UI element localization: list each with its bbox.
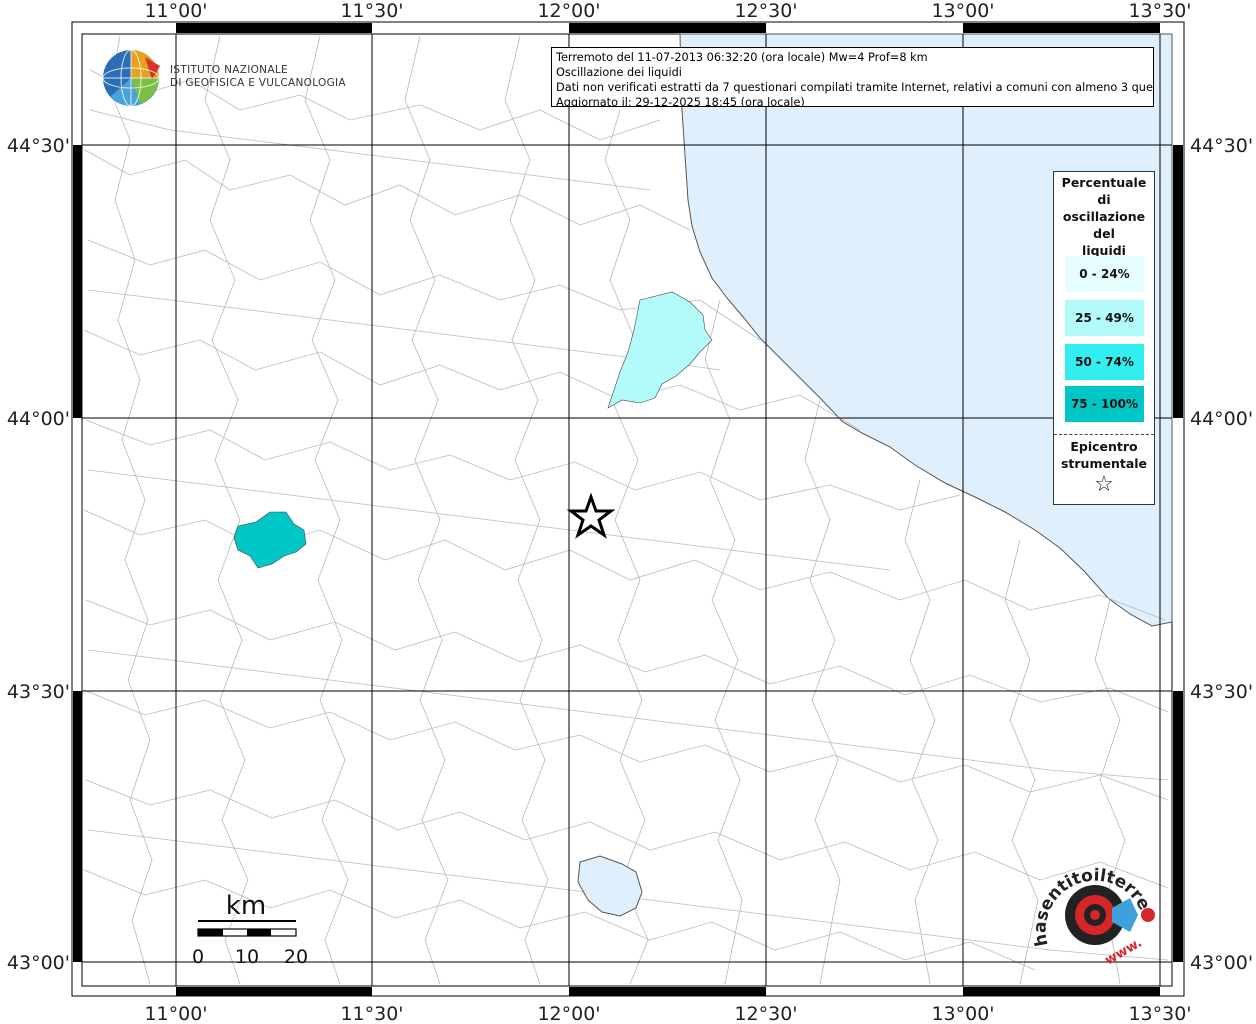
axis-top-label: 13°30' — [1128, 0, 1191, 22]
ingv-line: ISTITUTO NAZIONALE — [170, 64, 288, 76]
axis-top-label: 12°00' — [537, 0, 600, 22]
legend-title-line: oscillazione — [1062, 209, 1146, 224]
ingv-line: DI GEOFISICA E VULCANOLOGIA — [170, 77, 346, 89]
axis-left-label: 44°00' — [7, 408, 70, 430]
axis-right-label: 44°00' — [1190, 408, 1253, 430]
event-note: Dati non verificati estratti da 7 questi… — [556, 81, 1154, 94]
legend-item-label: 75 - 100% — [1070, 397, 1139, 411]
legend-item: 75 - 100% — [1065, 386, 1144, 422]
legend-item-label: 50 - 74% — [1075, 355, 1134, 369]
axis-bottom-label: 13°30' — [1128, 1003, 1191, 1024]
axis-right-label: 44°30' — [1190, 135, 1253, 157]
legend-epicenter-line: strumentale — [1060, 456, 1148, 471]
axis-bottom-label: 12°00' — [537, 1003, 600, 1024]
axis-bottom-label: 12°30' — [734, 1003, 797, 1024]
axis-right-label: 43°30' — [1190, 681, 1253, 703]
axis-left-label: 43°00' — [7, 952, 70, 974]
axis-bottom-label: 13°00' — [931, 1003, 994, 1024]
axis-right-label: 43°00' — [1190, 952, 1253, 974]
legend-box: Percentuale di oscillazione del liquidi … — [1053, 171, 1155, 505]
scale-tick: 10 — [235, 946, 259, 968]
map-canvas: 11°00' 11°30' 12°00' 12°30' 13°00' 13°30… — [0, 0, 1253, 1024]
event-info-box: Terremoto del 11-07-2013 06:32:20 (ora l… — [551, 47, 1154, 107]
axis-top-label: 11°30' — [340, 0, 403, 22]
legend-divider — [1054, 434, 1154, 435]
legend-item-label: 0 - 24% — [1079, 267, 1130, 281]
axis-left-label: 44°30' — [7, 135, 70, 157]
axis-top-label: 12°30' — [734, 0, 797, 22]
legend-title-line: di — [1097, 192, 1111, 207]
event-title: Terremoto del 11-07-2013 06:32:20 (ora l… — [556, 51, 928, 64]
legend-item: 50 - 74% — [1065, 344, 1144, 380]
legend-title-line: del — [1093, 226, 1115, 241]
axis-left-label: 43°30' — [7, 681, 70, 703]
legend-title-line: Percentuale — [1061, 175, 1147, 190]
legend-epicenter-line: Epicentro — [1070, 439, 1138, 454]
event-subtitle: Oscillazione dei liquidi — [556, 66, 682, 79]
legend-item: 25 - 49% — [1065, 300, 1144, 336]
event-updated: Aggiornato il: 29-12-2025 18:45 (ora loc… — [556, 96, 805, 107]
legend-title: Percentuale di oscillazione del liquidi — [1054, 172, 1154, 259]
scale-unit: km — [226, 891, 266, 921]
axis-bottom-label: 11°00' — [144, 1003, 207, 1024]
legend-item-label: 25 - 49% — [1075, 311, 1134, 325]
legend-star-icon: ☆ — [1094, 472, 1114, 497]
legend-epicenter-label: Epicentro strumentale — [1054, 438, 1154, 472]
scale-tick: 0 — [192, 946, 204, 968]
axis-top-label: 13°00' — [931, 0, 994, 22]
ingv-logo-text: ISTITUTO NAZIONALE DI GEOFISICA E VULCAN… — [170, 64, 346, 90]
axis-bottom-label: 11°30' — [340, 1003, 403, 1024]
axis-top-label: 11°00' — [144, 0, 207, 22]
scale-tick: 20 — [284, 946, 308, 968]
legend-item: 0 - 24% — [1065, 256, 1144, 292]
